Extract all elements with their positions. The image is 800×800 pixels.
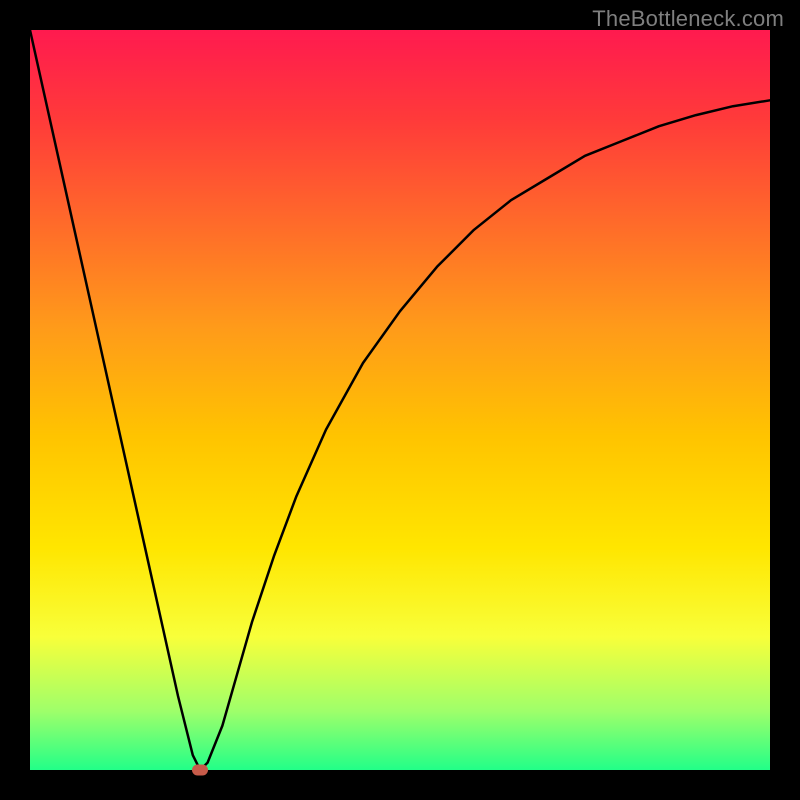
plot-area [30,30,770,770]
chart-container: TheBottleneck.com [0,0,800,800]
watermark-label: TheBottleneck.com [592,6,784,32]
bottleneck-curve [30,30,770,770]
optimal-point-marker [192,765,208,776]
